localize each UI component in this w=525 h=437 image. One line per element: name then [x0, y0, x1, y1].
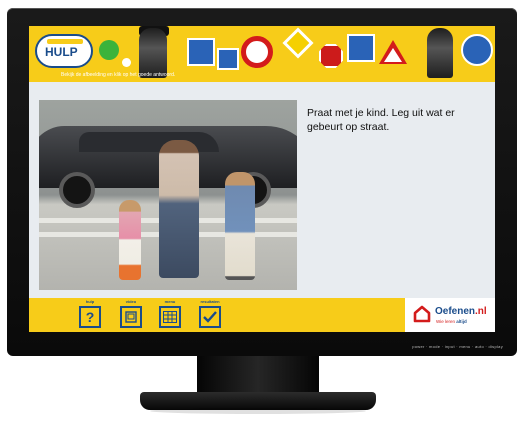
checkmark-icon[interactable] [199, 306, 221, 328]
bottom-toolbar: hulp ? video menu resultaten Oefenen.nl … [29, 298, 495, 332]
nav-menu-label: menu [164, 299, 176, 304]
hulp-logo[interactable]: HULP [35, 34, 93, 68]
logo-text: HULP [45, 45, 78, 59]
instruction-text: Bekijk de afbeelding en klik op het goed… [61, 72, 176, 78]
monitor-shadow [150, 408, 366, 414]
app-screen: HULP Bekijk de afbeelding en klik op het… [29, 26, 495, 332]
question-icon[interactable]: ? [79, 306, 101, 328]
nav-video-label: video [125, 299, 137, 304]
nav-video[interactable]: video [120, 298, 142, 332]
house-logo-icon [413, 305, 431, 323]
monitor-button-labels: power · mode · input · menu · auto · dis… [412, 344, 503, 349]
boy-figure [225, 172, 255, 280]
white-dot-icon [122, 58, 131, 67]
menu-grid-icon[interactable] [159, 306, 181, 328]
green-circle-icon [99, 40, 119, 60]
brand-tagline-pre: Wie leren [436, 319, 457, 324]
pedestrian-sign-icon [187, 38, 215, 66]
bicycle-path-sign-icon [461, 34, 493, 66]
brand-name: Oefenen.nl [435, 306, 487, 317]
logo-accent [47, 39, 83, 44]
woman-figure [159, 140, 199, 278]
traffic-officer-figure-2 [427, 28, 453, 78]
monitor-stand-neck [197, 356, 319, 396]
header-banner: HULP Bekijk de afbeelding en klik op het… [29, 26, 495, 82]
monitor: HULP Bekijk de afbeelding en klik op het… [7, 8, 517, 356]
girl-figure [119, 200, 141, 280]
street-photo [39, 100, 297, 290]
oefenen-brand[interactable]: Oefenen.nl Wie leren altijd [405, 298, 495, 332]
nav-help[interactable]: hulp ? [79, 298, 101, 332]
brand-name-text: Oefenen [435, 306, 476, 317]
brand-tagline: Wie leren altijd [436, 319, 467, 324]
nav-results[interactable]: resultaten [199, 298, 221, 332]
car-wheel-front [59, 172, 95, 208]
traffic-officer-figure [139, 28, 167, 78]
nav-results-label: resultaten [200, 299, 220, 304]
nav-help-label: hulp [85, 299, 95, 304]
brand-tld: .nl [475, 306, 487, 317]
question-caption: Praat met je kind. Leg uit wat er gebeur… [307, 107, 455, 133]
brand-tagline-bold: altijd [456, 319, 467, 324]
stop-sign-icon [319, 44, 343, 68]
video-icon[interactable] [120, 306, 142, 328]
nav-menu[interactable]: menu [159, 298, 181, 332]
priority-road-sign-icon [282, 27, 314, 59]
parking-sign-icon [217, 48, 239, 70]
no-cycling-sign-icon [241, 36, 273, 68]
crosswalk-sign-icon [347, 34, 375, 62]
car-window-shape [79, 132, 219, 152]
